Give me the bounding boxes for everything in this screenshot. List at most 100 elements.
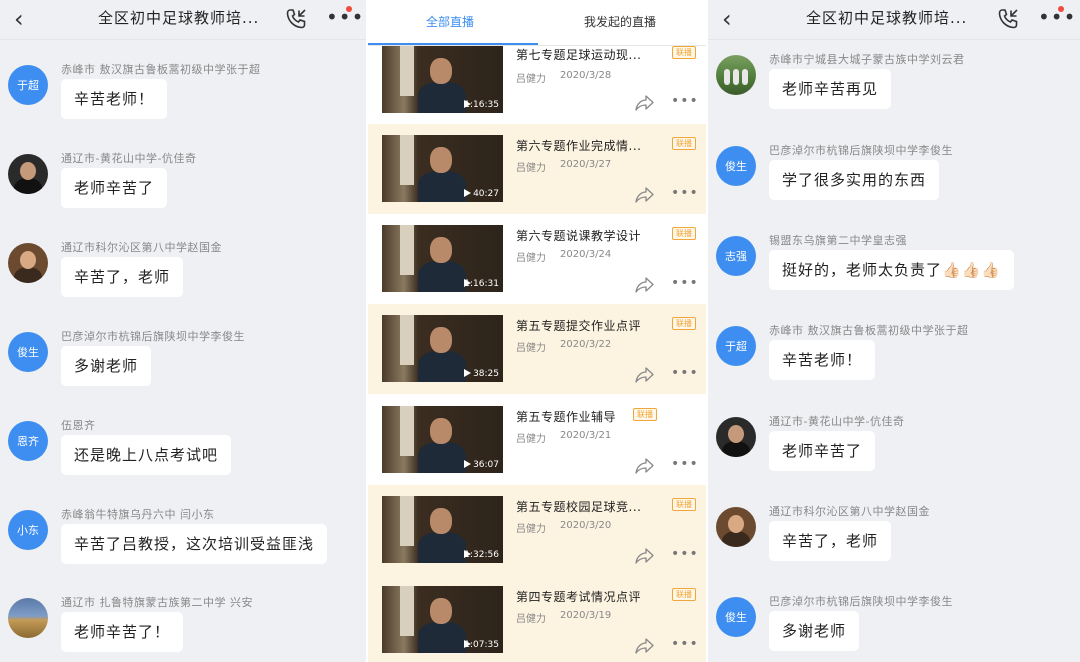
chat-header: ‹ 全区初中足球教师培... •••: [708, 0, 1080, 40]
avatar[interactable]: [716, 55, 756, 95]
avatar[interactable]: [716, 417, 756, 457]
sender-name: 通辽市-黄花山中学-伉佳奇: [61, 152, 197, 165]
avatar[interactable]: 恩齐: [8, 421, 48, 461]
video-thumbnail[interactable]: 1:07:35: [382, 586, 503, 653]
tab-my-live[interactable]: 我发起的直播: [584, 13, 656, 30]
sender-name: 赤峰翁牛特旗乌丹六中 闫小东: [61, 508, 215, 521]
share-icon[interactable]: [634, 276, 654, 294]
message-bubble[interactable]: 辛苦了，老师: [769, 521, 892, 561]
chevron-left-icon[interactable]: ‹: [722, 6, 744, 32]
right-chat-panel: ‹ 全区初中足球教师培... ••• 赤峰市宁城县大城子蒙古族中学刘云君 老师辛…: [708, 0, 1080, 662]
avatar[interactable]: 于超: [8, 65, 48, 105]
video-thumbnail[interactable]: 40:27: [382, 135, 503, 202]
chat-message: 恩齐 伍恩齐 还是晚上八点考试吧: [0, 419, 366, 509]
video-item[interactable]: 36:07 第五专题作业辅导 联播 吕健力 2020/3/21 •••: [368, 394, 706, 484]
avatar[interactable]: 俊生: [8, 332, 48, 372]
share-icon[interactable]: [634, 94, 654, 112]
chat-title: 全区初中足球教师培...: [806, 9, 968, 27]
more-dots-icon[interactable]: •••: [671, 94, 698, 112]
message-bubble[interactable]: 老师辛苦了！: [61, 612, 184, 652]
video-item[interactable]: 1:07:35 第四专题考试情况点评 联播 吕健力 2020/3/19 •••: [368, 575, 706, 662]
sender-name: 巴彦淖尔市杭锦后旗陕坝中学李俊生: [769, 595, 953, 608]
message-bubble[interactable]: 学了很多实用的东西: [769, 160, 940, 200]
share-icon[interactable]: [634, 457, 654, 475]
video-author: 吕健力: [516, 524, 546, 535]
more-dots-icon[interactable]: •••: [1036, 6, 1075, 30]
message-bubble[interactable]: 辛苦老师！: [61, 79, 168, 119]
message-bubble[interactable]: 多谢老师: [61, 346, 152, 386]
video-title: 第四专题考试情况点评: [516, 590, 642, 604]
sender-name: 通辽市科尔沁区第八中学赵国金: [769, 505, 930, 518]
video-thumbnail[interactable]: 1:16:31: [382, 225, 503, 292]
message-bubble[interactable]: 老师辛苦了: [769, 431, 876, 471]
avatar[interactable]: [8, 243, 48, 283]
video-author: 吕健力: [516, 163, 546, 174]
share-icon[interactable]: [634, 186, 654, 204]
sender-name: 赤峰市 敖汉旗古鲁板蒿初级中学张于超: [61, 63, 261, 76]
chat-message: 小东 赤峰翁牛特旗乌丹六中 闫小东 辛苦了吕教授，这次培训受益匪浅: [0, 508, 366, 598]
video-thumbnail[interactable]: 38:25: [382, 315, 503, 382]
sender-name: 通辽市科尔沁区第八中学赵国金: [61, 241, 222, 254]
phone-call-icon[interactable]: [996, 7, 1020, 31]
avatar[interactable]: [716, 507, 756, 547]
chat-message: 俊生 巴彦淖尔市杭锦后旗陕坝中学李俊生 多谢老师: [0, 330, 366, 420]
live-badge: 联播: [672, 498, 696, 511]
video-title: 第五专题提交作业点评: [516, 319, 642, 333]
more-dots-icon[interactable]: •••: [324, 6, 363, 30]
message-bubble[interactable]: 挺好的，老师太负责了👍🏻👍🏻👍🏻: [769, 250, 1015, 290]
play-icon: [464, 369, 471, 377]
video-duration: 40:27: [473, 189, 499, 199]
share-icon[interactable]: [634, 547, 654, 565]
video-author: 吕健力: [516, 434, 546, 445]
chat-message: 通辽市科尔沁区第八中学赵国金 辛苦了，老师: [708, 505, 1080, 595]
sender-name: 赤峰市 敖汉旗古鲁板蒿初级中学张于超: [769, 324, 969, 337]
phone-call-icon[interactable]: [284, 7, 308, 31]
video-item[interactable]: 1:16:31 第六专题说课教学设计 联播 吕健力 2020/3/24 •••: [368, 214, 706, 304]
more-dots-icon[interactable]: •••: [671, 186, 698, 204]
more-dots-icon[interactable]: •••: [671, 547, 698, 565]
more-dots-icon[interactable]: •••: [671, 276, 698, 294]
video-item[interactable]: 1:32:56 第五专题校园足球竞... 联播 吕健力 2020/3/20 ••…: [368, 485, 706, 575]
chat-message: 通辽市 扎鲁特旗蒙古族第二中学 兴安 老师辛苦了！: [0, 596, 366, 662]
message-bubble[interactable]: 老师辛苦再见: [769, 69, 892, 109]
notification-dot: [346, 6, 352, 12]
video-item[interactable]: 1:16:35 第七专题足球运动现... 联播 吕健力 2020/3/28 ••…: [368, 46, 706, 136]
message-bubble[interactable]: 辛苦老师！: [769, 340, 876, 380]
sender-name: 巴彦淖尔市杭锦后旗陕坝中学李俊生: [769, 144, 953, 157]
avatar[interactable]: [8, 598, 48, 638]
video-duration: 38:25: [473, 369, 499, 379]
more-dots-icon[interactable]: •••: [671, 637, 698, 655]
video-thumbnail[interactable]: 1:16:35: [382, 46, 503, 113]
video-date: 2020/3/19: [560, 610, 612, 621]
video-item[interactable]: 38:25 第五专题提交作业点评 联播 吕健力 2020/3/22 •••: [368, 304, 706, 394]
share-icon[interactable]: [634, 637, 654, 655]
chat-message: 俊生 巴彦淖尔市杭锦后旗陕坝中学李俊生 学了很多实用的东西: [708, 144, 1080, 234]
video-thumbnail[interactable]: 36:07: [382, 406, 503, 473]
message-bubble[interactable]: 还是晚上八点考试吧: [61, 435, 232, 475]
chevron-left-icon[interactable]: ‹: [14, 6, 36, 32]
video-date: 2020/3/21: [560, 430, 612, 441]
avatar[interactable]: 小东: [8, 510, 48, 550]
video-date: 2020/3/22: [560, 339, 612, 350]
chat-message: 于超 赤峰市 敖汉旗古鲁板蒿初级中学张于超 辛苦老师！: [708, 324, 1080, 414]
video-item[interactable]: 40:27 第六专题作业完成情... 联播 吕健力 2020/3/27 •••: [368, 124, 706, 214]
avatar[interactable]: 俊生: [716, 597, 756, 637]
share-icon[interactable]: [634, 366, 654, 384]
avatar[interactable]: 于超: [716, 326, 756, 366]
video-author: 吕健力: [516, 74, 546, 85]
message-bubble[interactable]: 多谢老师: [769, 611, 860, 651]
message-bubble[interactable]: 辛苦了吕教授，这次培训受益匪浅: [61, 524, 328, 564]
video-thumbnail[interactable]: 1:32:56: [382, 496, 503, 563]
live-badge: 联播: [672, 227, 696, 240]
avatar[interactable]: [8, 154, 48, 194]
video-title: 第五专题校园足球竞...: [516, 500, 642, 514]
message-bubble[interactable]: 辛苦了，老师: [61, 257, 184, 297]
tab-all-live[interactable]: 全部直播: [426, 13, 474, 30]
sender-name: 巴彦淖尔市杭锦后旗陕坝中学李俊生: [61, 330, 245, 343]
notification-dot: [1058, 6, 1064, 12]
avatar[interactable]: 志强: [716, 236, 756, 276]
avatar[interactable]: 俊生: [716, 146, 756, 186]
more-dots-icon[interactable]: •••: [671, 366, 698, 384]
message-bubble[interactable]: 老师辛苦了: [61, 168, 168, 208]
more-dots-icon[interactable]: •••: [671, 457, 698, 475]
